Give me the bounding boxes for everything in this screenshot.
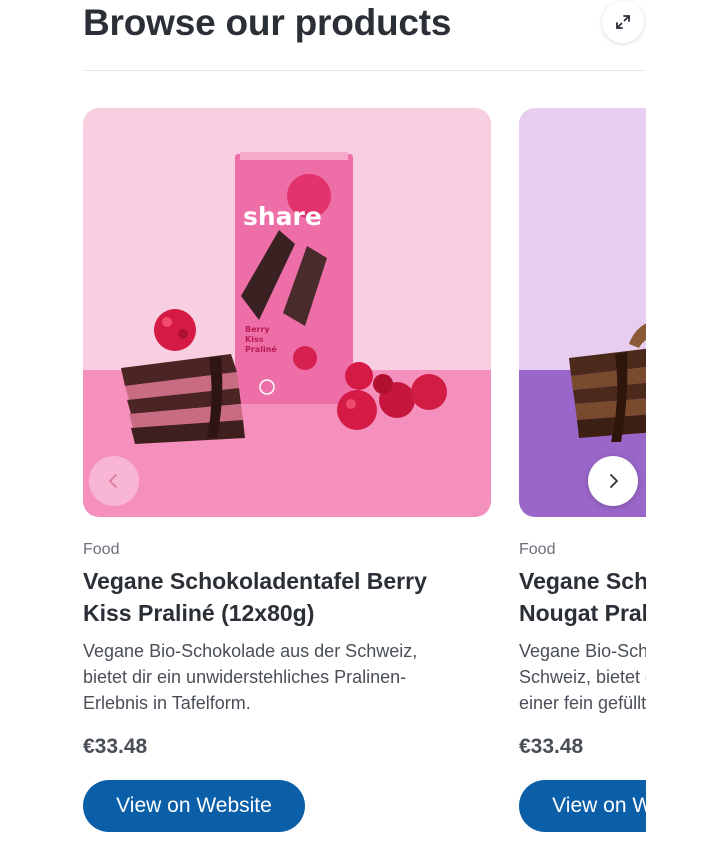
product-title[interactable]: Vegane Schokoladentafel Berry Kiss Prali… <box>83 565 483 629</box>
product-photo-berry-kiss: share Berry Kiss Praliné <box>83 108 491 517</box>
product-price: €33.48 <box>519 735 584 758</box>
product-image[interactable]: share Berry Kiss Praliné <box>83 108 491 517</box>
product-description: Vegane Bio-Schokolade aus der Schweiz, b… <box>519 641 646 713</box>
product-image[interactable] <box>519 108 646 517</box>
view-on-website-button[interactable]: View on Website <box>83 780 305 832</box>
svg-text:Praliné: Praliné <box>245 344 277 354</box>
page-header: Browse our products <box>83 0 646 71</box>
page-title: Browse our products <box>83 2 452 43</box>
product-description: Vegane Bio-Schokolade aus der Schweiz, b… <box>83 641 418 713</box>
carousel-next-button[interactable] <box>588 456 638 506</box>
chevron-right-icon <box>610 474 618 488</box>
product-card: share Berry Kiss Praliné Food Vegane Sch… <box>83 108 491 832</box>
svg-text:Berry: Berry <box>245 325 270 334</box>
product-category: Food <box>83 541 120 558</box>
carousel-track: share Berry Kiss Praliné Food Vegane Sch… <box>83 108 646 848</box>
package-brand-text: share <box>243 202 322 231</box>
carousel-prev-button[interactable] <box>89 456 139 506</box>
product-title[interactable]: Vegane Schokoladentafel Nougat Praliné <box>519 565 646 629</box>
product-card: Food Vegane Schokoladentafel Nougat Pral… <box>519 108 646 832</box>
product-photo-nougat <box>519 108 646 517</box>
product-price: €33.48 <box>83 735 148 758</box>
chevron-left-icon <box>109 474 117 488</box>
expand-button[interactable] <box>602 1 644 43</box>
svg-text:Kiss: Kiss <box>245 335 264 344</box>
product-category: Food <box>519 541 556 558</box>
view-on-website-button[interactable]: View on Website <box>519 780 646 832</box>
product-carousel: share Berry Kiss Praliné Food Vegane Sch… <box>83 108 646 848</box>
expand-arrows-icon <box>616 15 630 29</box>
